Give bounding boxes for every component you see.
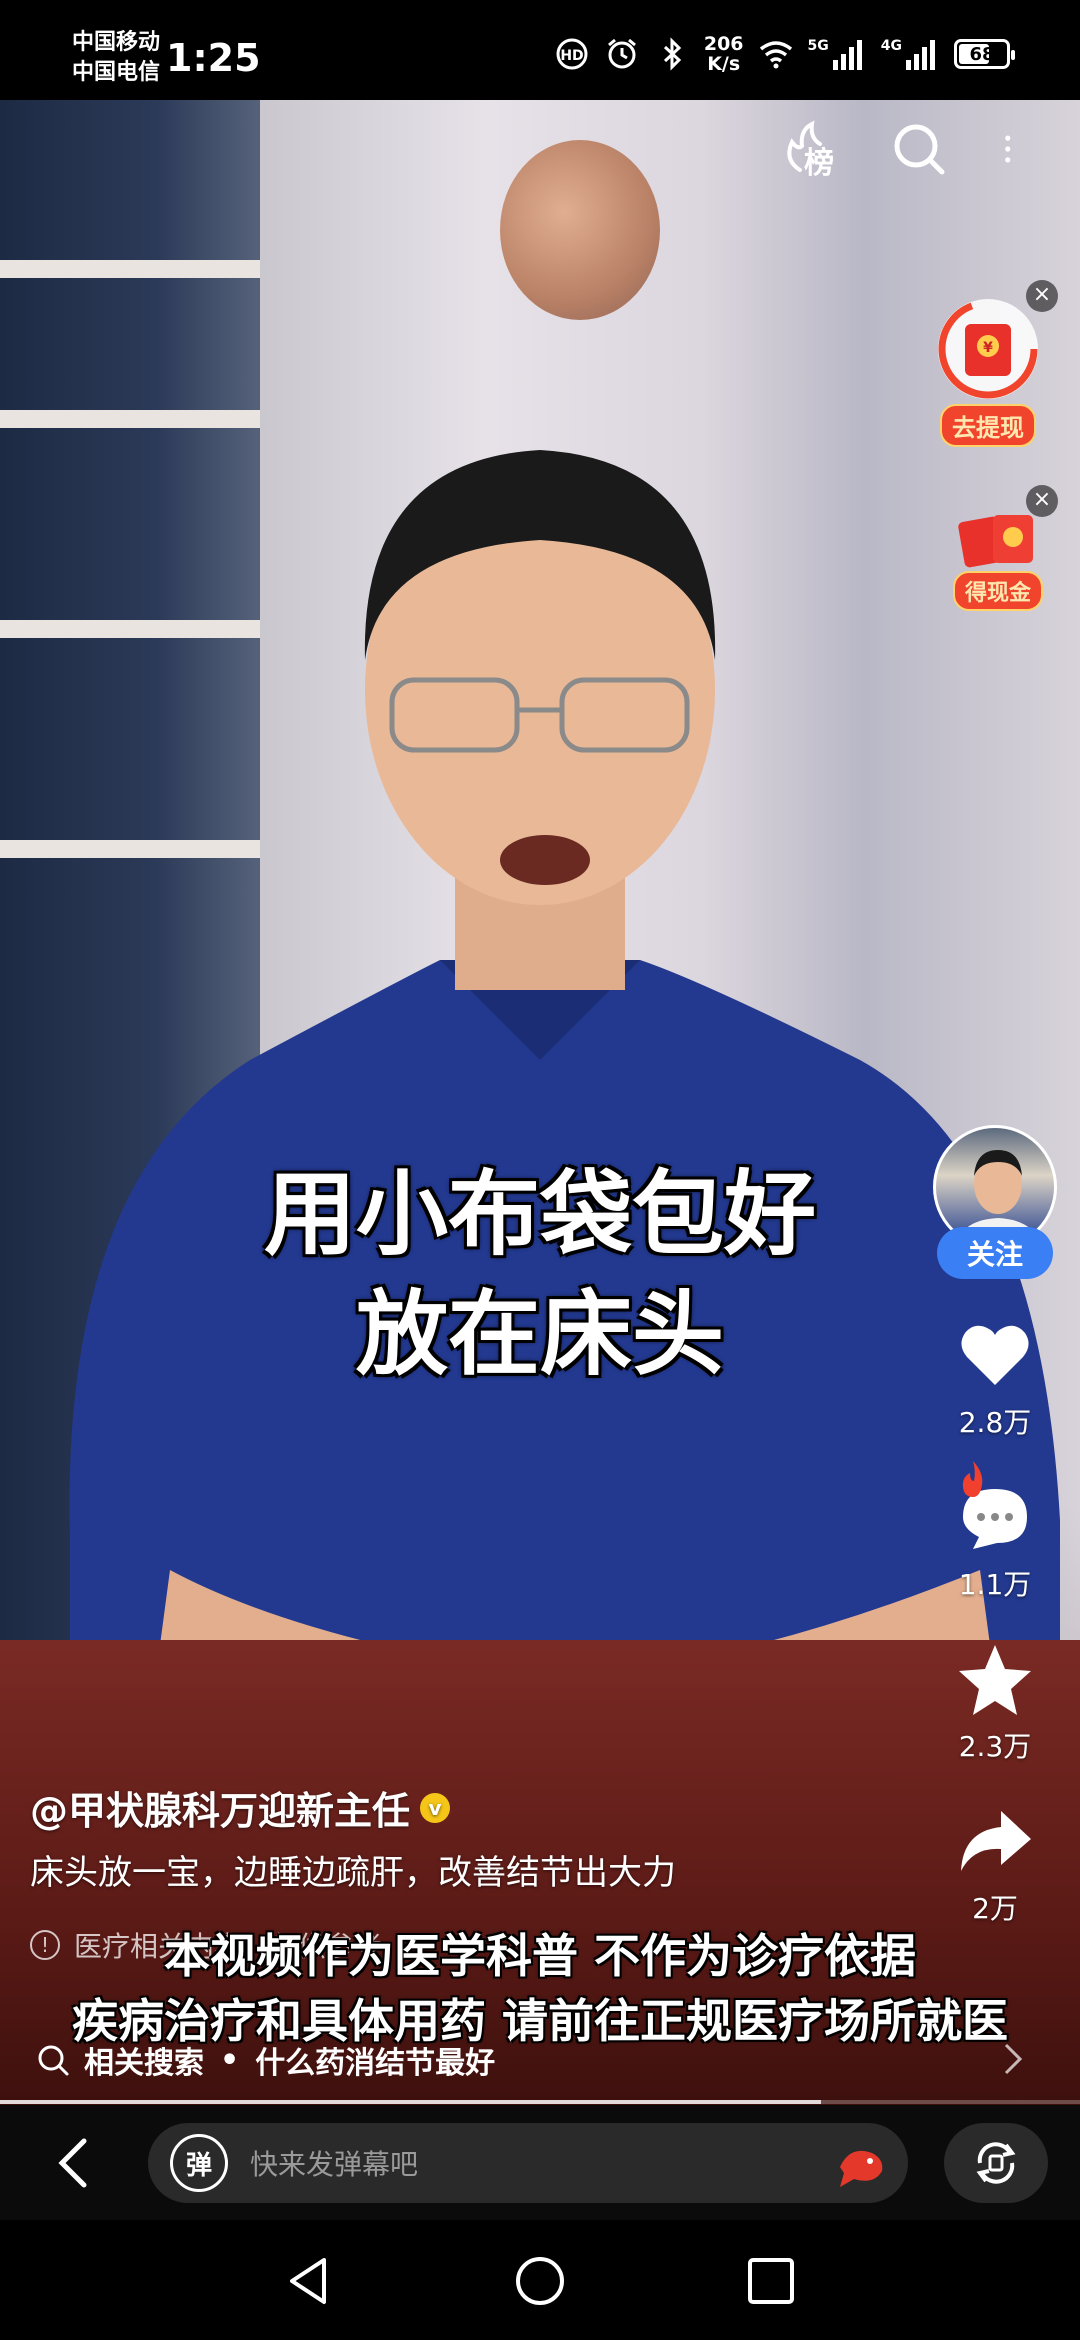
nav-recents-icon[interactable] — [744, 2254, 798, 2308]
post-description[interactable]: 床头放一宝，边睡边疏肝，改善结节出大力 — [30, 1845, 676, 1894]
chevron-right-icon — [1004, 2043, 1023, 2075]
status-icons: HD 206 K/s 5G 4G 68 — [554, 30, 1015, 78]
alarm-icon — [607, 38, 636, 69]
author-name[interactable]: @甲状腺科万迎新主任 v — [30, 1780, 451, 1835]
hot-flame-icon — [962, 1461, 983, 1497]
withdraw-widget[interactable]: × ¥ 去提现 — [918, 280, 1058, 447]
signal-icon — [906, 40, 935, 70]
video-caption-line-2: 放在床头 — [355, 1281, 724, 1388]
heart-icon — [961, 1325, 1029, 1385]
danmu-placeholder: 快来发弹幕吧 — [250, 2148, 419, 2181]
fish-emoji-icon[interactable] — [830, 2133, 890, 2193]
signal-4g-label: 4G — [880, 38, 902, 54]
nav-home-icon[interactable] — [513, 2254, 567, 2308]
disclaimer-line-1: 本视频作为医学科普 不作为诊疗依据 — [163, 1929, 916, 1983]
cash-widget[interactable]: × 得现金 — [938, 485, 1058, 611]
withdraw-close-button[interactable]: × — [1026, 280, 1058, 312]
cash-label: 得现金 — [952, 571, 1043, 611]
action-column: 关注 2.8万 1.1万 2.3万 2万 — [920, 1125, 1070, 1927]
share-arrow-icon — [961, 1811, 1031, 1871]
svg-text:HD: HD — [560, 48, 583, 64]
comment-count: 1.1万 — [958, 1568, 1032, 1601]
more-icon[interactable] — [1000, 120, 1030, 178]
red-envelope-icon — [958, 515, 1033, 568]
top-toolbar: 榜 — [780, 120, 1030, 181]
favorite-count: 2.3万 — [958, 1730, 1032, 1763]
rotate-screen-button[interactable] — [944, 2123, 1048, 2203]
ranking-button[interactable]: 榜 — [780, 120, 838, 181]
network-speed: 206 K/s — [704, 34, 744, 74]
ranking-label: 榜 — [804, 146, 834, 181]
carrier-1: 中国移动 — [72, 30, 161, 55]
danmu-toggle-icon[interactable]: 弹 — [170, 2134, 228, 2192]
signal-4g: 4G — [881, 38, 940, 70]
hd-call-icon: HD — [556, 38, 588, 70]
video-progress-bar[interactable] — [0, 2100, 1080, 2104]
svg-text:¥: ¥ — [983, 340, 993, 356]
bluetooth-icon — [663, 37, 682, 71]
search-icon — [38, 2045, 69, 2076]
battery-level: 68 — [969, 43, 995, 65]
related-search-query: 什么药消结节最好 — [255, 2046, 496, 2081]
bottom-comment-bar: 弹 快来发弹幕吧 — [0, 2105, 1080, 2220]
withdraw-label: 去提现 — [940, 404, 1036, 447]
back-arrow-icon[interactable] — [50, 2135, 100, 2191]
status-bar: 中国移动 中国电信 1:25 HD 206 K/s 5G 4G 68 — [0, 0, 1080, 100]
like-count: 2.8万 — [958, 1406, 1032, 1439]
battery-icon: 68 — [954, 39, 1015, 69]
cash-close-button[interactable]: × — [1026, 485, 1058, 517]
video-progress-fill — [0, 2100, 821, 2104]
follow-button[interactable]: 关注 — [936, 1227, 1053, 1279]
related-search-label: 相关搜索 — [84, 2046, 204, 2081]
carrier-2: 中国电信 — [72, 60, 161, 85]
star-icon — [959, 1645, 1031, 1715]
danmu-input[interactable]: 弹 快来发弹幕吧 — [148, 2123, 908, 2203]
red-envelope-progress-icon: ¥ — [938, 299, 1038, 399]
video-caption-line-1: 用小布袋包好 — [263, 1161, 816, 1268]
signal-icon — [832, 40, 862, 70]
network-speed-unit: K/s — [707, 53, 741, 75]
carrier-info: 中国移动 中国电信 — [72, 28, 160, 88]
signal-5g-label: 5G — [807, 38, 829, 54]
network-speed-value: 206 — [703, 33, 744, 55]
danmu-badge-label: 弹 — [185, 2150, 212, 2181]
author-handle[interactable]: @甲状腺科万迎新主任 — [30, 1780, 410, 1835]
verified-badge-icon: v — [420, 1792, 451, 1823]
favorite-button[interactable]: 2.3万 — [920, 1639, 1070, 1765]
navigation-bar — [0, 2220, 1080, 2340]
search-icon[interactable] — [890, 120, 948, 178]
wifi-icon — [759, 41, 792, 69]
nav-back-icon[interactable] — [282, 2254, 336, 2308]
share-button[interactable]: 2万 — [920, 1801, 1070, 1927]
related-search-bar[interactable]: 相关搜索 • 什么药消结节最好 — [0, 2025, 1080, 2095]
signal-5g: 5G — [808, 38, 867, 70]
separator-dot: • — [220, 2042, 240, 2078]
clock: 1:25 — [166, 36, 261, 80]
like-button[interactable]: 2.8万 — [920, 1315, 1070, 1441]
comment-button[interactable]: 1.1万 — [920, 1461, 1070, 1603]
rotate-icon — [976, 2142, 1016, 2184]
